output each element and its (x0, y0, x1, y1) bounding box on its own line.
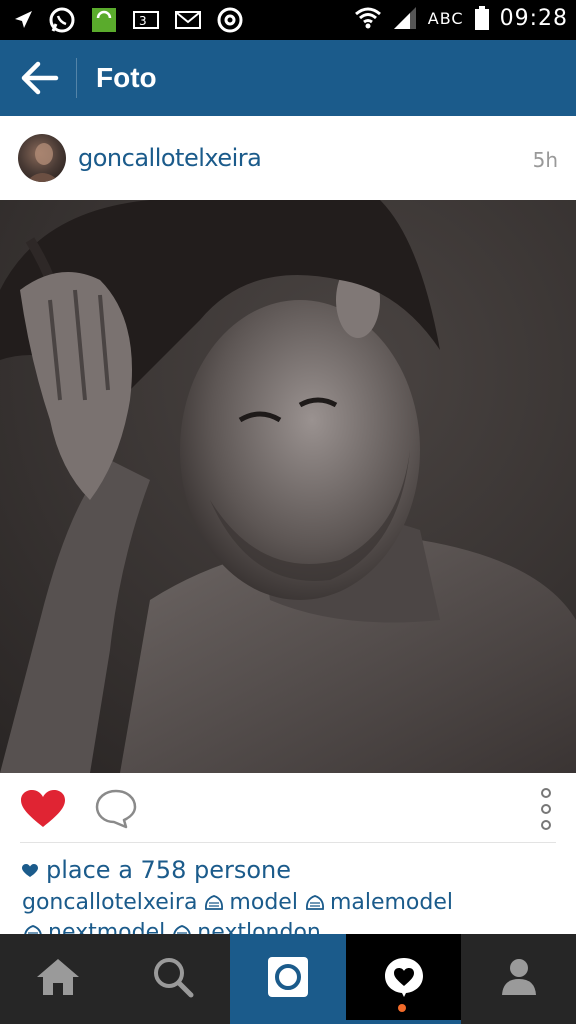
status-time: 09:28 (499, 5, 568, 31)
avatar[interactable] (18, 134, 66, 182)
nav-search[interactable] (115, 934, 230, 1024)
profile-icon (501, 957, 537, 1001)
app-bar: Foto (0, 40, 576, 116)
battery-icon (474, 5, 490, 31)
hashtag-malemodel[interactable]: malemodel (330, 890, 453, 915)
nav-home[interactable] (0, 934, 115, 1024)
whatsapp-icon (48, 6, 76, 34)
notification-dot (398, 1004, 406, 1012)
likes-count[interactable]: place a 758 persone (22, 856, 291, 884)
hashtag-icon (298, 890, 330, 915)
gmail-icon (174, 9, 202, 31)
post-actions (0, 773, 576, 843)
page-title: Foto (96, 62, 157, 93)
hashtag-nextlondon[interactable]: nextlondon (197, 920, 321, 934)
heart-icon (20, 790, 66, 833)
actions-divider (20, 842, 556, 843)
navigation-icon (12, 9, 34, 31)
bottom-nav (0, 934, 576, 1024)
comment-icon (94, 789, 138, 835)
comment-button[interactable] (94, 787, 138, 831)
active-tab-indicator (346, 1020, 461, 1024)
more-button[interactable] (536, 787, 556, 831)
hashtag-icon (22, 920, 48, 934)
hangouts-icon (90, 6, 118, 34)
home-icon (35, 957, 81, 1001)
carrier-label: ABC (427, 8, 464, 28)
activity-icon (382, 955, 426, 1003)
likes-text: place a 758 persone (46, 856, 292, 884)
post-username[interactable]: goncallotelxeira (78, 144, 262, 172)
post-time: 5h (532, 148, 558, 172)
search-icon (152, 956, 194, 1002)
status-bar: 3 ABC 09:28 (0, 0, 576, 40)
hashtag-icon (165, 920, 197, 934)
hashtag-icon (197, 890, 229, 915)
opera-icon (216, 6, 244, 34)
signal-icon (392, 5, 418, 31)
svg-text:3: 3 (139, 14, 147, 28)
network-3g-icon: 3 (132, 9, 160, 31)
more-vertical-icon (536, 788, 556, 835)
appbar-divider (76, 58, 77, 98)
post-photo[interactable] (0, 200, 576, 773)
post-header: goncallotelxeira 5h (0, 116, 576, 200)
back-button[interactable] (18, 58, 60, 98)
camera-icon (266, 955, 310, 1003)
arrow-left-icon (18, 61, 60, 102)
small-heart-icon (22, 856, 38, 884)
hashtag-nextmodel[interactable]: nextmodel (48, 920, 165, 934)
post-caption: goncallotelxeira model malemodel nextmodel n… (22, 888, 562, 934)
wifi-icon (354, 4, 382, 32)
nav-profile[interactable] (461, 934, 576, 1024)
hashtag-model[interactable]: model (229, 890, 298, 915)
nav-camera[interactable] (230, 934, 346, 1024)
like-button[interactable] (20, 789, 66, 829)
caption-username[interactable]: goncallotelxeira (22, 890, 197, 915)
